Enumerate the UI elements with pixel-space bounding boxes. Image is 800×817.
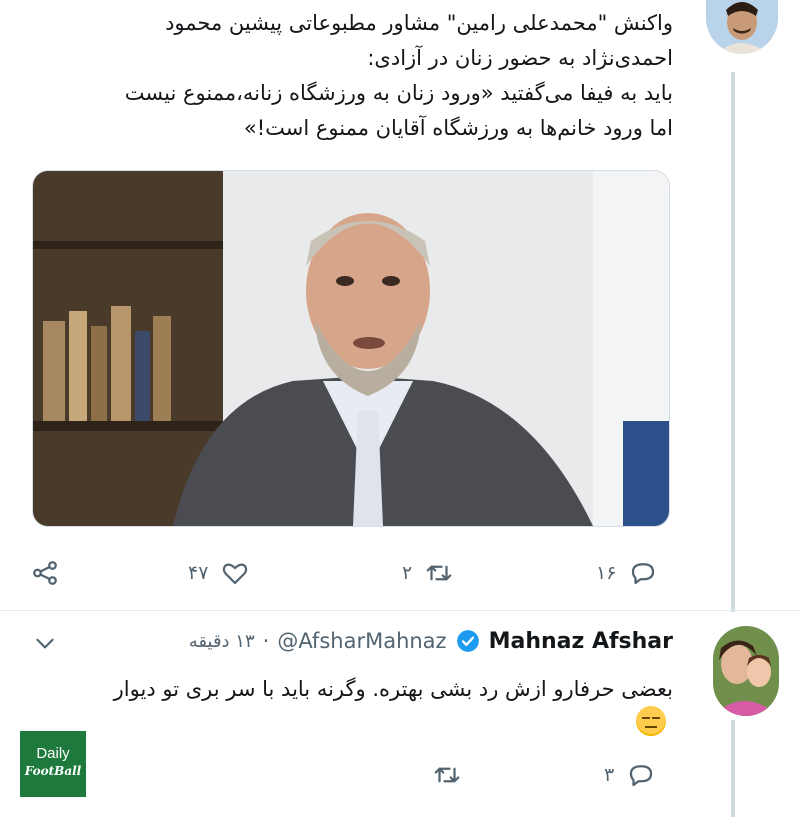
reply-author-avatar[interactable] [713,626,779,716]
verified-badge-icon [455,628,481,654]
reply-icon [628,558,658,588]
tweet-text-line: واکنش "محمدعلی رامین" مشاور مطبوعاتی پیش… [165,11,673,35]
tweet-text-line: احمدی‌نژاد به حضور زنان در آزادی: [367,46,673,70]
heart-icon [220,558,250,588]
author-avatar[interactable] [706,0,778,54]
tweet-media-image[interactable] [32,170,670,527]
thread-connector-line [731,72,735,612]
timestamp[interactable]: ۱۳ دقیقه [189,631,255,652]
reply-icon [626,760,656,790]
reply-reply-button[interactable]: ۳ [604,760,656,790]
logo-line-1: Daily [36,745,70,762]
separator-dot: · [262,629,270,653]
reply-count: ۳ [604,764,615,786]
daily-football-logo: Daily FootBall [20,731,86,797]
tweet-text: واکنش "محمدعلی رامین" مشاور مطبوعاتی پیش… [13,6,673,146]
tweet-text-line: اما ورود خانم‌ها به ورزشگاه آقایان ممنوع… [243,116,673,140]
thread-connector-line-lower [731,720,735,817]
reply-count: ۱۶ [596,562,617,584]
reply-text-line: بعضی حرفارو ازش رد بشی بهتره. وگرنه باید… [113,677,673,701]
reply-header: ۱۳ دقیقه · @AfsharMahnaz Mahnaz Afshar [189,628,673,654]
display-name[interactable]: Mahnaz Afshar [489,629,673,654]
user-handle[interactable]: @AfsharMahnaz [277,629,446,653]
tweet-text-line: باید به فیفا می‌گفتید «ورود زنان به ورزش… [124,81,673,105]
reply-text: بعضی حرفارو ازش رد بشی بهتره. وگرنه باید… [43,672,673,707]
expressionless-face-icon [636,706,666,736]
tweet-divider [0,610,800,611]
like-count: ۴۷ [188,562,209,584]
share-icon [30,558,60,588]
retweet-count: ۲ [402,562,413,584]
logo-line-2: FootBall [24,764,82,778]
like-button[interactable]: ۴۷ [188,558,250,588]
reply-button[interactable]: ۱۶ [596,558,658,588]
retweet-icon [432,760,462,790]
chevron-down-icon[interactable] [32,630,58,656]
retweet-button[interactable]: ۲ [402,558,454,588]
share-button[interactable] [30,558,60,588]
retweet-icon [424,558,454,588]
reply-retweet-button[interactable] [432,760,462,790]
